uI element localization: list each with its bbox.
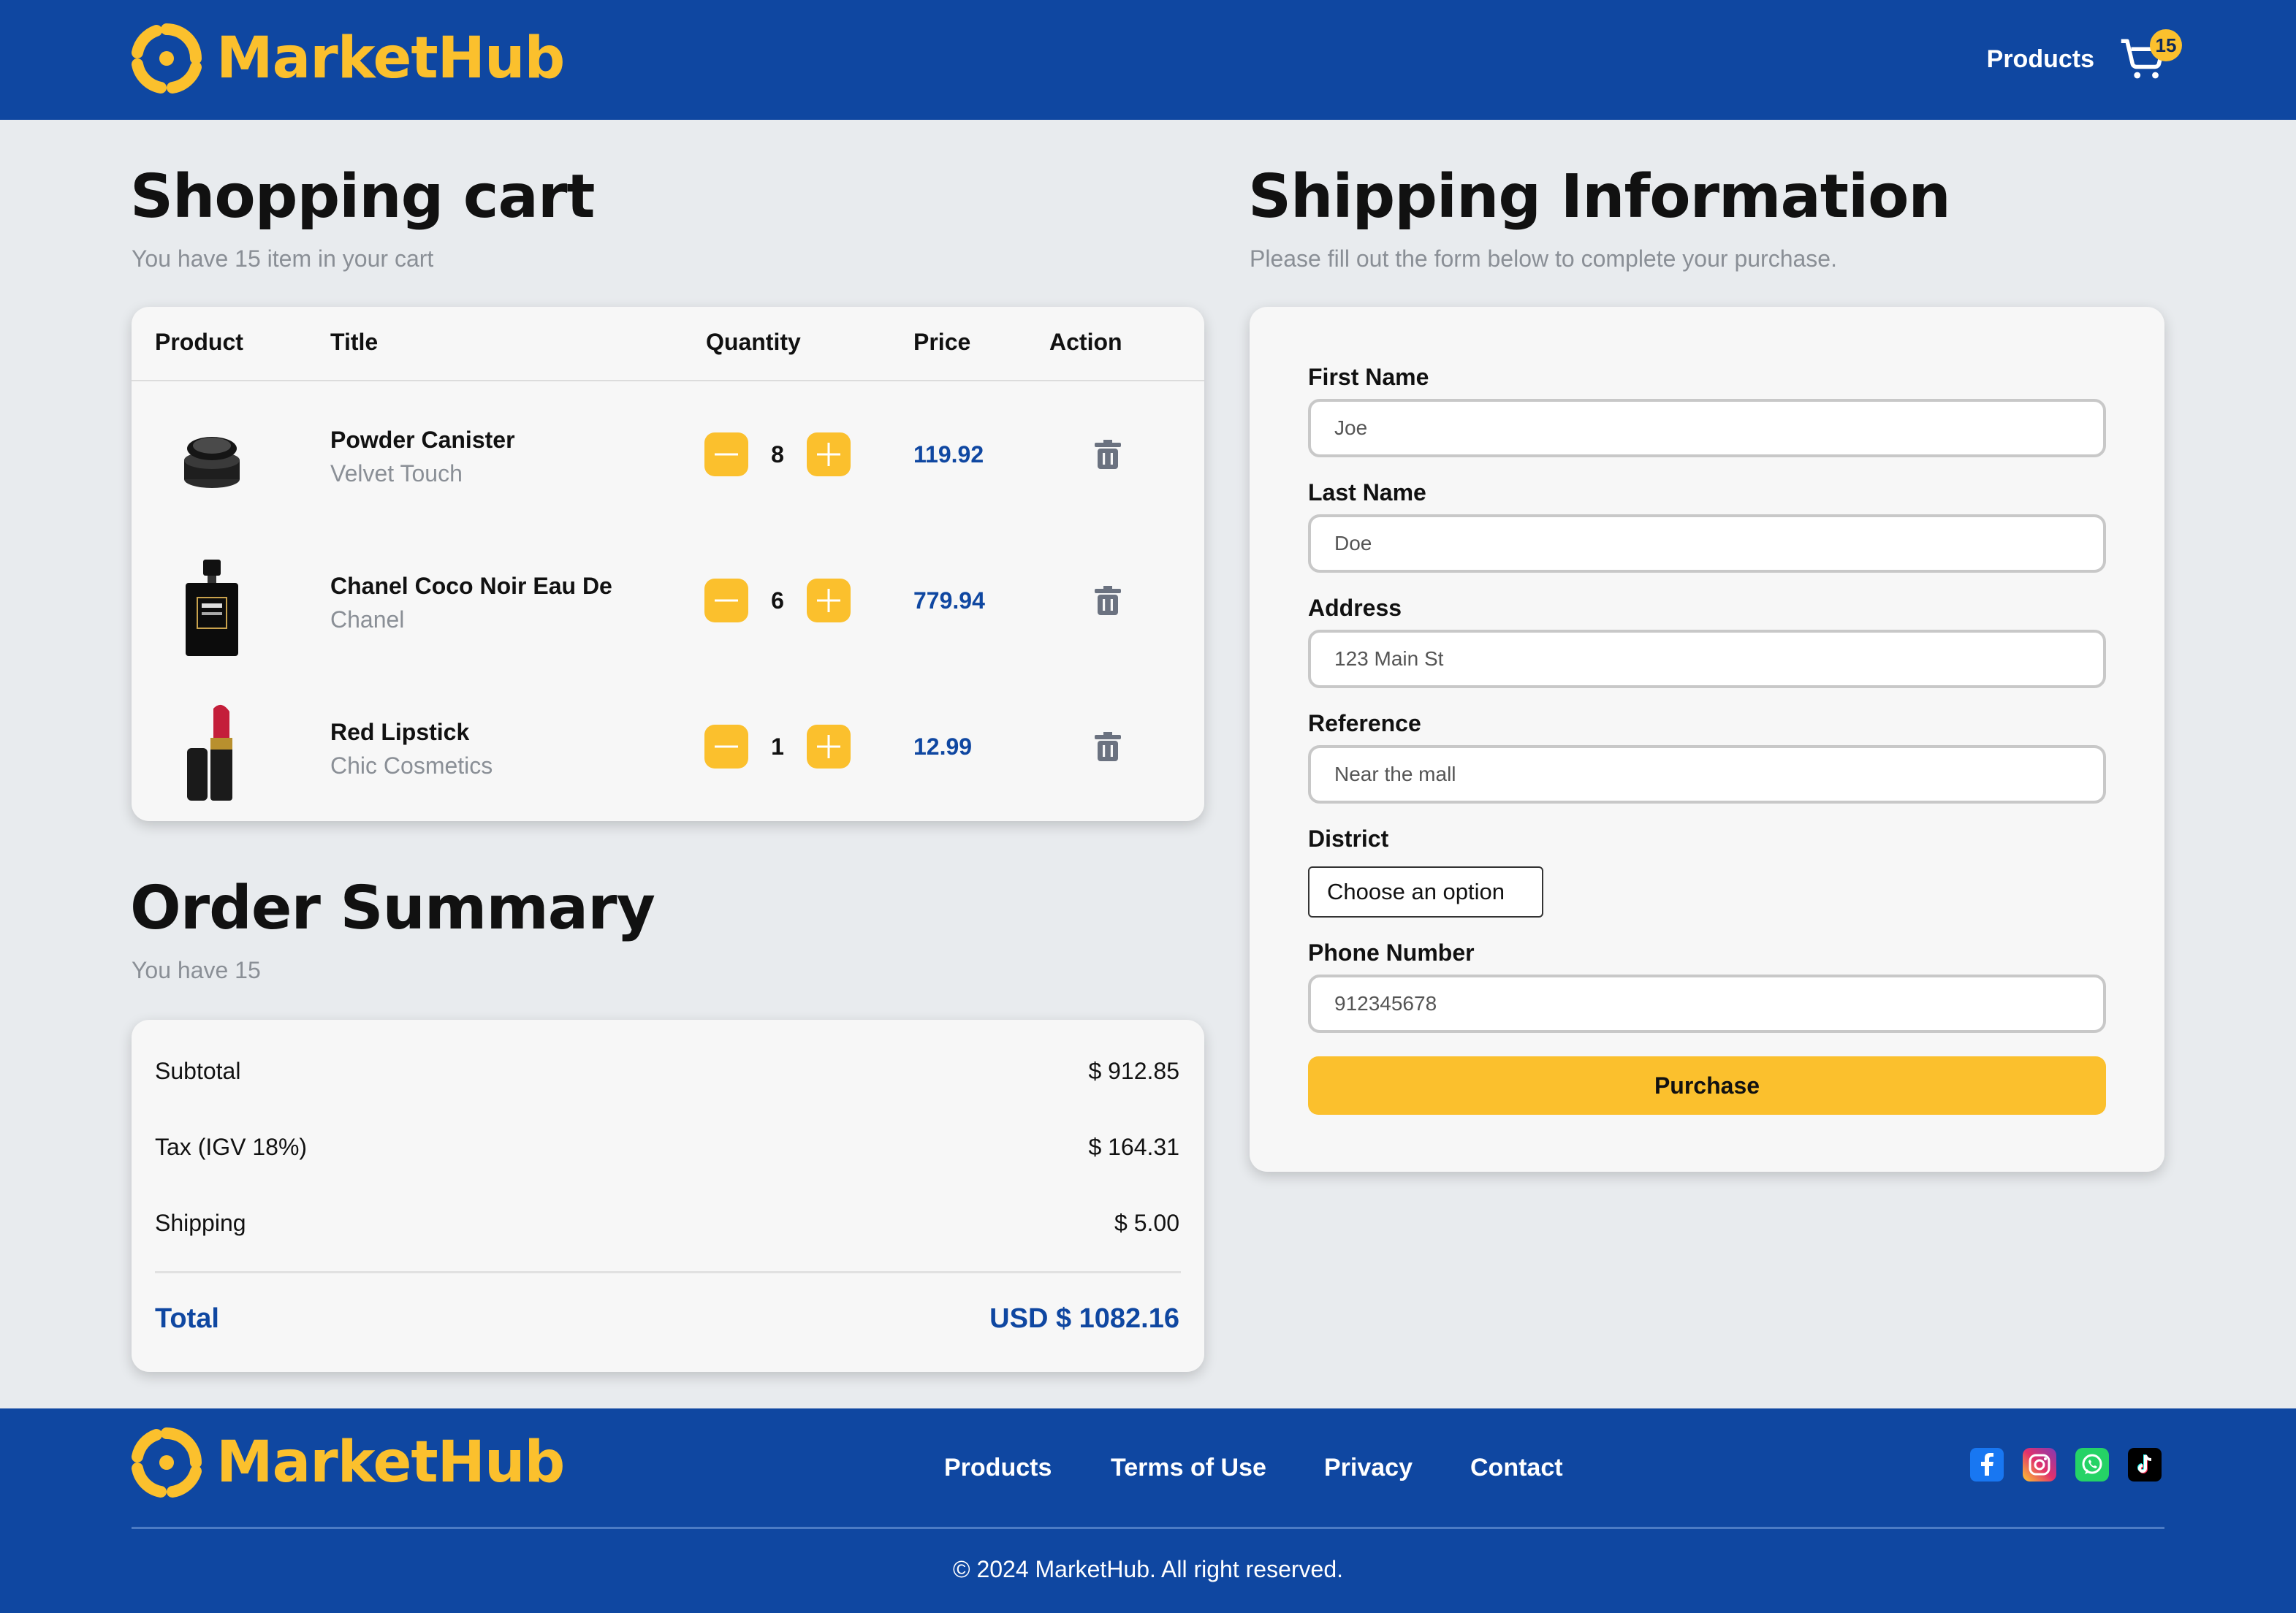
minus-icon <box>715 599 738 602</box>
trash-icon[interactable] <box>1095 586 1121 615</box>
trash-icon[interactable] <box>1095 440 1121 469</box>
table-header-divider <box>132 380 1204 381</box>
item-title[interactable]: Red Lipstick <box>330 719 469 746</box>
tax-value: $ 164.31 <box>1088 1134 1179 1160</box>
shipping-heading: Shipping Information <box>1248 162 1951 232</box>
last-name-label: Last Name <box>1308 479 1426 506</box>
tax-label: Tax (IGV 18%) <box>155 1134 308 1160</box>
purchase-button[interactable]: Purchase <box>1308 1056 2106 1115</box>
subtotal-value: $ 912.85 <box>1088 1058 1179 1084</box>
red-lipstick-image <box>187 704 232 801</box>
increase-quantity-button[interactable] <box>807 579 851 622</box>
col-header-action: Action <box>1049 329 1122 355</box>
quantity-value: 1 <box>771 733 784 760</box>
increase-quantity-button[interactable] <box>807 432 851 476</box>
col-header-title: Title <box>330 329 379 355</box>
item-brand: Chanel <box>330 606 405 633</box>
phone-number-label: Phone Number <box>1308 939 1475 966</box>
first-name-label: First Name <box>1308 364 1429 390</box>
summary-divider <box>155 1271 1181 1273</box>
instagram-icon[interactable] <box>2023 1448 2056 1482</box>
subtotal-label: Subtotal <box>155 1058 241 1084</box>
whatsapp-icon[interactable] <box>2075 1448 2109 1482</box>
footer-link-contact[interactable]: Contact <box>1470 1454 1563 1482</box>
table-row: Powder Canister Velvet Touch <box>132 383 1204 529</box>
decrease-quantity-button[interactable] <box>704 432 748 476</box>
plus-icon <box>817 443 840 466</box>
cart-button[interactable]: 15 <box>2119 29 2182 82</box>
markethub-logo-icon <box>132 1427 202 1498</box>
order-summary-heading: Order Summary <box>130 874 655 943</box>
table-row: Red Lipstick Chic Cosmetics <box>132 675 1204 821</box>
trash-icon[interactable] <box>1095 732 1121 761</box>
item-price: 12.99 <box>913 733 973 760</box>
plus-icon <box>817 589 840 612</box>
district-select[interactable]: Choose an option <box>1308 866 1543 918</box>
cart-heading: Shopping cart <box>130 162 595 232</box>
col-header-quantity: Quantity <box>706 329 801 355</box>
tiktok-icon[interactable] <box>2128 1448 2162 1482</box>
footer-divider <box>132 1527 2164 1529</box>
decrease-quantity-button[interactable] <box>704 725 748 769</box>
cart-subtitle: You have 15 item in your cart <box>132 245 434 272</box>
footer-link-terms[interactable]: Terms of Use <box>1111 1454 1266 1482</box>
header-logo-text: MarketHub <box>216 26 565 91</box>
item-title[interactable]: Chanel Coco Noir Eau De <box>330 573 612 600</box>
minus-icon <box>715 453 738 456</box>
item-price: 779.94 <box>913 587 985 614</box>
first-name-input[interactable]: Joe <box>1308 399 2106 457</box>
markethub-logo-icon <box>132 23 202 94</box>
phone-number-input[interactable]: 912345678 <box>1308 975 2106 1033</box>
footer-link-privacy[interactable]: Privacy <box>1324 1454 1413 1482</box>
quantity-value: 8 <box>771 441 784 468</box>
footer-link-products[interactable]: Products <box>944 1454 1052 1482</box>
nav-products-link[interactable]: Products <box>1987 45 2094 74</box>
col-header-price: Price <box>913 329 971 355</box>
table-row: Chanel Coco Noir Eau De Chanel <box>132 529 1204 675</box>
shipping-value: $ 5.00 <box>1114 1210 1179 1236</box>
order-summary-subtitle: You have 15 <box>132 957 261 983</box>
facebook-icon[interactable] <box>1970 1448 2004 1482</box>
item-title[interactable]: Powder Canister <box>330 427 515 454</box>
item-price: 119.92 <box>913 441 984 468</box>
address-input[interactable]: 123 Main St <box>1308 630 2106 688</box>
reference-input[interactable]: Near the mall <box>1308 745 2106 804</box>
cart-count-badge: 15 <box>2150 29 2182 61</box>
footer-logo-text: MarketHub <box>216 1430 565 1495</box>
chanel-perfume-image <box>186 560 238 656</box>
minus-icon <box>715 745 738 748</box>
item-brand: Velvet Touch <box>330 460 463 487</box>
decrease-quantity-button[interactable] <box>704 579 748 622</box>
footer-logo[interactable]: MarketHub <box>130 1426 565 1499</box>
total-label: Total <box>155 1303 219 1334</box>
col-header-product: Product <box>155 329 243 355</box>
district-label: District <box>1308 825 1389 852</box>
address-label: Address <box>1308 595 1402 621</box>
header-logo[interactable]: MarketHub <box>130 22 565 95</box>
reference-label: Reference <box>1308 710 1421 736</box>
plus-icon <box>817 735 840 758</box>
total-value: USD $ 1082.16 <box>989 1303 1179 1334</box>
shipping-label: Shipping <box>155 1210 246 1236</box>
copyright-text: © 2024 MarketHub. All right reserved. <box>952 1556 1344 1582</box>
quantity-value: 6 <box>771 587 784 614</box>
increase-quantity-button[interactable] <box>807 725 851 769</box>
last-name-input[interactable]: Doe <box>1308 514 2106 573</box>
item-brand: Chic Cosmetics <box>330 752 493 779</box>
shipping-subtitle: Please fill out the form below to comple… <box>1250 245 1837 272</box>
powder-canister-image <box>184 437 240 488</box>
